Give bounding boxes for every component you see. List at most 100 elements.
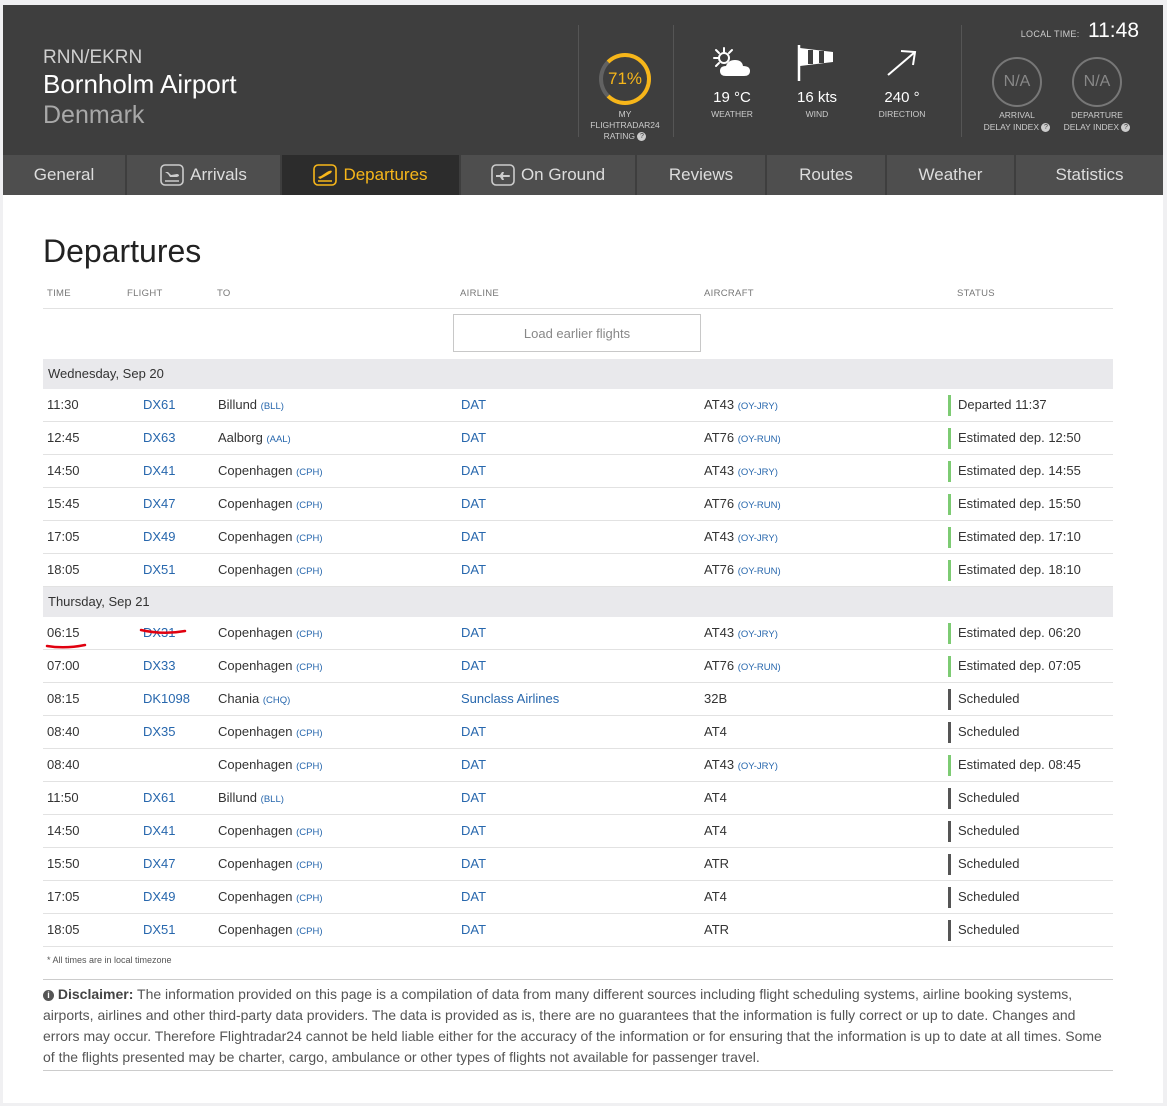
tab-reviews[interactable]: Reviews: [637, 155, 767, 195]
destination-code-link[interactable]: (CPH): [296, 761, 322, 772]
destination-code-link[interactable]: (CPH): [296, 860, 322, 871]
airline-link[interactable]: DAT: [461, 488, 486, 520]
aircraft-registration-link[interactable]: (OY-JRY): [738, 533, 778, 544]
aircraft-registration-link[interactable]: (OY-JRY): [738, 629, 778, 640]
help-icon[interactable]: ?: [1121, 123, 1131, 133]
airline-link[interactable]: DAT: [461, 716, 486, 748]
flight-number-link[interactable]: DK1098: [143, 683, 190, 715]
destination-code-link[interactable]: (CPH): [296, 926, 322, 937]
table-row[interactable]: 12:45 DX63 Aalborg (AAL) DAT AT76 (OY-RUN) Es…: [43, 422, 1113, 455]
table-row[interactable]: 06:15 DX31 Copenhagen (CPH) DAT AT43 (OY-JRY…: [43, 617, 1113, 650]
destination-code-link[interactable]: (BLL): [261, 401, 284, 412]
destination-code-link[interactable]: (CPH): [296, 500, 322, 511]
arrival-delay-ring: N/A: [992, 57, 1042, 107]
wind-speed: 16 kts: [796, 89, 838, 106]
destination-code-link[interactable]: (CPH): [296, 662, 322, 673]
airport-name: Bornholm Airport: [43, 69, 237, 99]
aircraft: AT43 (OY-JRY): [704, 389, 778, 421]
destination-code-link[interactable]: (CPH): [296, 893, 322, 904]
airline-link[interactable]: DAT: [461, 455, 486, 487]
tab-on-ground[interactable]: On Ground: [461, 155, 637, 195]
table-row[interactable]: 08:15 DK1098 Chania (CHQ) Sunclass Airlines…: [43, 683, 1113, 716]
flight-number-link[interactable]: DX61: [143, 389, 176, 421]
aircraft-type: AT76: [704, 430, 735, 445]
tab-general[interactable]: General: [3, 155, 127, 195]
airport-header: RNN/EKRN Bornholm Airport Denmark LOCAL …: [3, 5, 1163, 155]
flight-number-link[interactable]: DX51: [143, 554, 176, 586]
airline-link[interactable]: DAT: [461, 782, 486, 814]
status-text: Scheduled: [948, 848, 1019, 880]
tab-departures[interactable]: Departures: [282, 155, 461, 195]
tab-routes[interactable]: Routes: [767, 155, 887, 195]
airline-link[interactable]: DAT: [461, 650, 486, 682]
flight-number-link[interactable]: DX41: [143, 815, 176, 847]
airline-link[interactable]: DAT: [461, 554, 486, 586]
table-row[interactable]: 17:05 DX49 Copenhagen (CPH) DAT AT43 (OY-JRY…: [43, 521, 1113, 554]
local-time: LOCAL TIME: 11:48: [1021, 19, 1139, 43]
aircraft-registration-link[interactable]: (OY-RUN): [738, 566, 781, 577]
table-row[interactable]: 15:50 DX47 Copenhagen (CPH) DAT ATR Schedule…: [43, 848, 1113, 881]
flight-number-link[interactable]: DX47: [143, 488, 176, 520]
rating-ring[interactable]: 71%: [599, 53, 651, 105]
destination-code-link[interactable]: (CPH): [296, 728, 322, 739]
airline-link[interactable]: DAT: [461, 389, 486, 421]
airline-link[interactable]: DAT: [461, 422, 486, 454]
tab-arrivals[interactable]: Arrivals: [127, 155, 282, 195]
destination-city: Copenhagen: [218, 757, 293, 772]
destination-code-link[interactable]: (CHQ): [263, 695, 290, 706]
table-row[interactable]: 14:50 DX41 Copenhagen (CPH) DAT AT43 (OY-JRY…: [43, 455, 1113, 488]
table-row[interactable]: 17:05 DX49 Copenhagen (CPH) DAT AT4 Schedule…: [43, 881, 1113, 914]
aircraft-registration-link[interactable]: (OY-JRY): [738, 467, 778, 478]
airline-link[interactable]: DAT: [461, 749, 486, 781]
table-row[interactable]: 18:05 DX51 Copenhagen (CPH) DAT AT76 (OY-RUN…: [43, 554, 1113, 587]
airline-link[interactable]: DAT: [461, 881, 486, 913]
flight-number-link[interactable]: DX33: [143, 650, 176, 682]
aircraft-registration-link[interactable]: (OY-JRY): [738, 401, 778, 412]
divider: [578, 25, 579, 137]
destination-code-link[interactable]: (CPH): [296, 566, 322, 577]
flight-number-link[interactable]: DX51: [143, 914, 176, 946]
table-row[interactable]: 08:40 Copenhagen (CPH) DAT AT43 (OY-JRY) Est…: [43, 749, 1113, 782]
table-row[interactable]: 14:50 DX41 Copenhagen (CPH) DAT AT4 Schedule…: [43, 815, 1113, 848]
airline-link[interactable]: DAT: [461, 848, 486, 880]
flight-number-link[interactable]: DX41: [143, 455, 176, 487]
destination-code-link[interactable]: (AAL): [266, 434, 290, 445]
flight-number-link[interactable]: DX61: [143, 782, 176, 814]
help-icon[interactable]: ?: [1041, 123, 1051, 133]
flight-number-link[interactable]: DX49: [143, 881, 176, 913]
destination-code-link[interactable]: (CPH): [296, 533, 322, 544]
flight-number-link[interactable]: DX49: [143, 521, 176, 553]
airline-link[interactable]: DAT: [461, 617, 486, 649]
destination-code-link[interactable]: (CPH): [296, 827, 322, 838]
help-icon[interactable]: ?: [637, 132, 647, 142]
aircraft-registration-link[interactable]: (OY-RUN): [738, 500, 781, 511]
flight-number-link[interactable]: DX35: [143, 716, 176, 748]
table-row[interactable]: 08:40 DX35 Copenhagen (CPH) DAT AT4 Schedule…: [43, 716, 1113, 749]
destination-code-link[interactable]: (BLL): [261, 794, 284, 805]
flight-number-link[interactable]: DX47: [143, 848, 176, 880]
airline-link[interactable]: DAT: [461, 815, 486, 847]
airline-link[interactable]: DAT: [461, 521, 486, 553]
aircraft: AT4: [704, 881, 727, 913]
table-row[interactable]: 11:50 DX61 Billund (BLL) DAT AT4 Scheduled: [43, 782, 1113, 815]
column-header-status: STATUS: [957, 288, 995, 299]
table-row[interactable]: 18:05 DX51 Copenhagen (CPH) DAT ATR Schedule…: [43, 914, 1113, 947]
aircraft: AT43 (OY-JRY): [704, 749, 778, 781]
aircraft-registration-link[interactable]: (OY-RUN): [738, 662, 781, 673]
destination-code-link[interactable]: (CPH): [296, 467, 322, 478]
table-row[interactable]: 11:30 DX61 Billund (BLL) DAT AT43 (OY-JRY) De…: [43, 389, 1113, 422]
load-earlier-flights-button[interactable]: Load earlier flights: [453, 314, 701, 352]
tab-statistics[interactable]: Statistics: [1016, 155, 1163, 195]
table-row[interactable]: 15:45 DX47 Copenhagen (CPH) DAT AT76 (OY-RUN…: [43, 488, 1113, 521]
destination-city: Billund: [218, 397, 258, 412]
tab-weather[interactable]: Weather: [887, 155, 1016, 195]
airline-link[interactable]: DAT: [461, 914, 486, 946]
aircraft-registration-link[interactable]: (OY-JRY): [738, 761, 778, 772]
destination: Copenhagen (CPH): [218, 650, 322, 682]
aircraft-registration-link[interactable]: (OY-RUN): [738, 434, 781, 445]
destination-code-link[interactable]: (CPH): [296, 629, 322, 640]
airline-link[interactable]: Sunclass Airlines: [461, 683, 559, 715]
flight-number-link[interactable]: DX63: [143, 422, 176, 454]
table-row[interactable]: 07:00 DX33 Copenhagen (CPH) DAT AT76 (OY-RUN…: [43, 650, 1113, 683]
wind-label: WIND: [805, 109, 829, 119]
